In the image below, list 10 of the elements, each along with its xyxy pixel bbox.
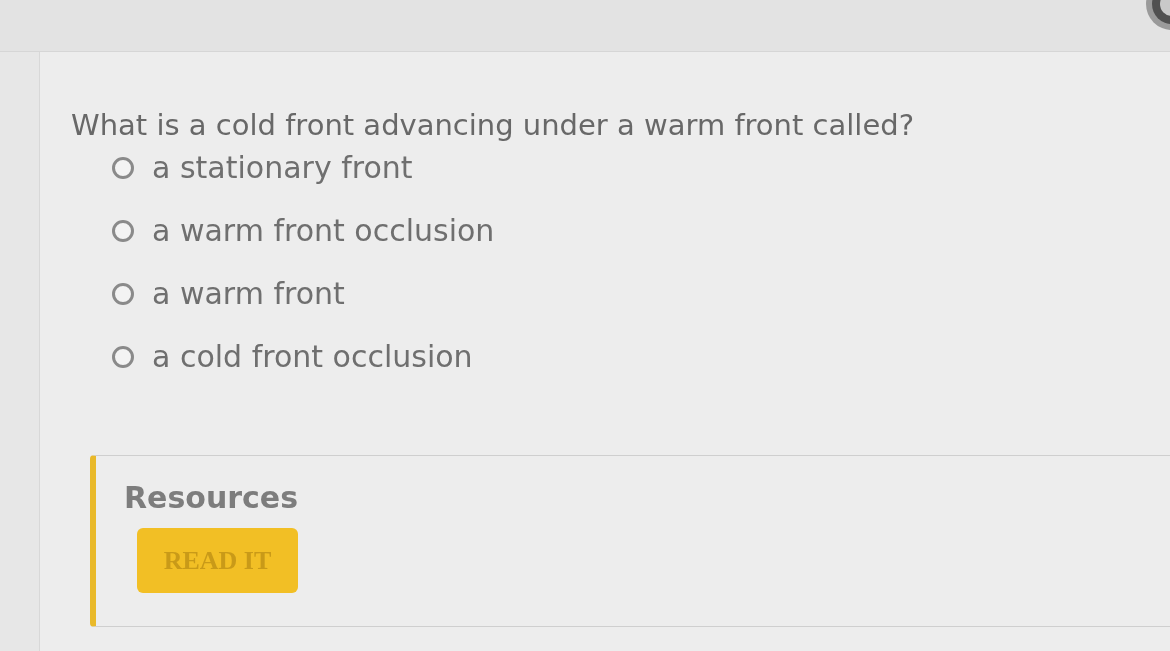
question-text: What is a cold front advancing under a warm front called? (71, 107, 915, 143)
option-label: a warm front (152, 275, 345, 312)
radio-button[interactable] (112, 282, 134, 305)
resources-heading: Resources (124, 479, 299, 517)
option-label: a warm front occlusion (152, 212, 495, 249)
radio-button[interactable] (112, 219, 134, 242)
option-label: a stationary front (152, 149, 413, 186)
radio-button[interactable] (112, 345, 134, 368)
radio-button[interactable] (112, 156, 134, 179)
option-label: a cold front occlusion (152, 338, 473, 375)
